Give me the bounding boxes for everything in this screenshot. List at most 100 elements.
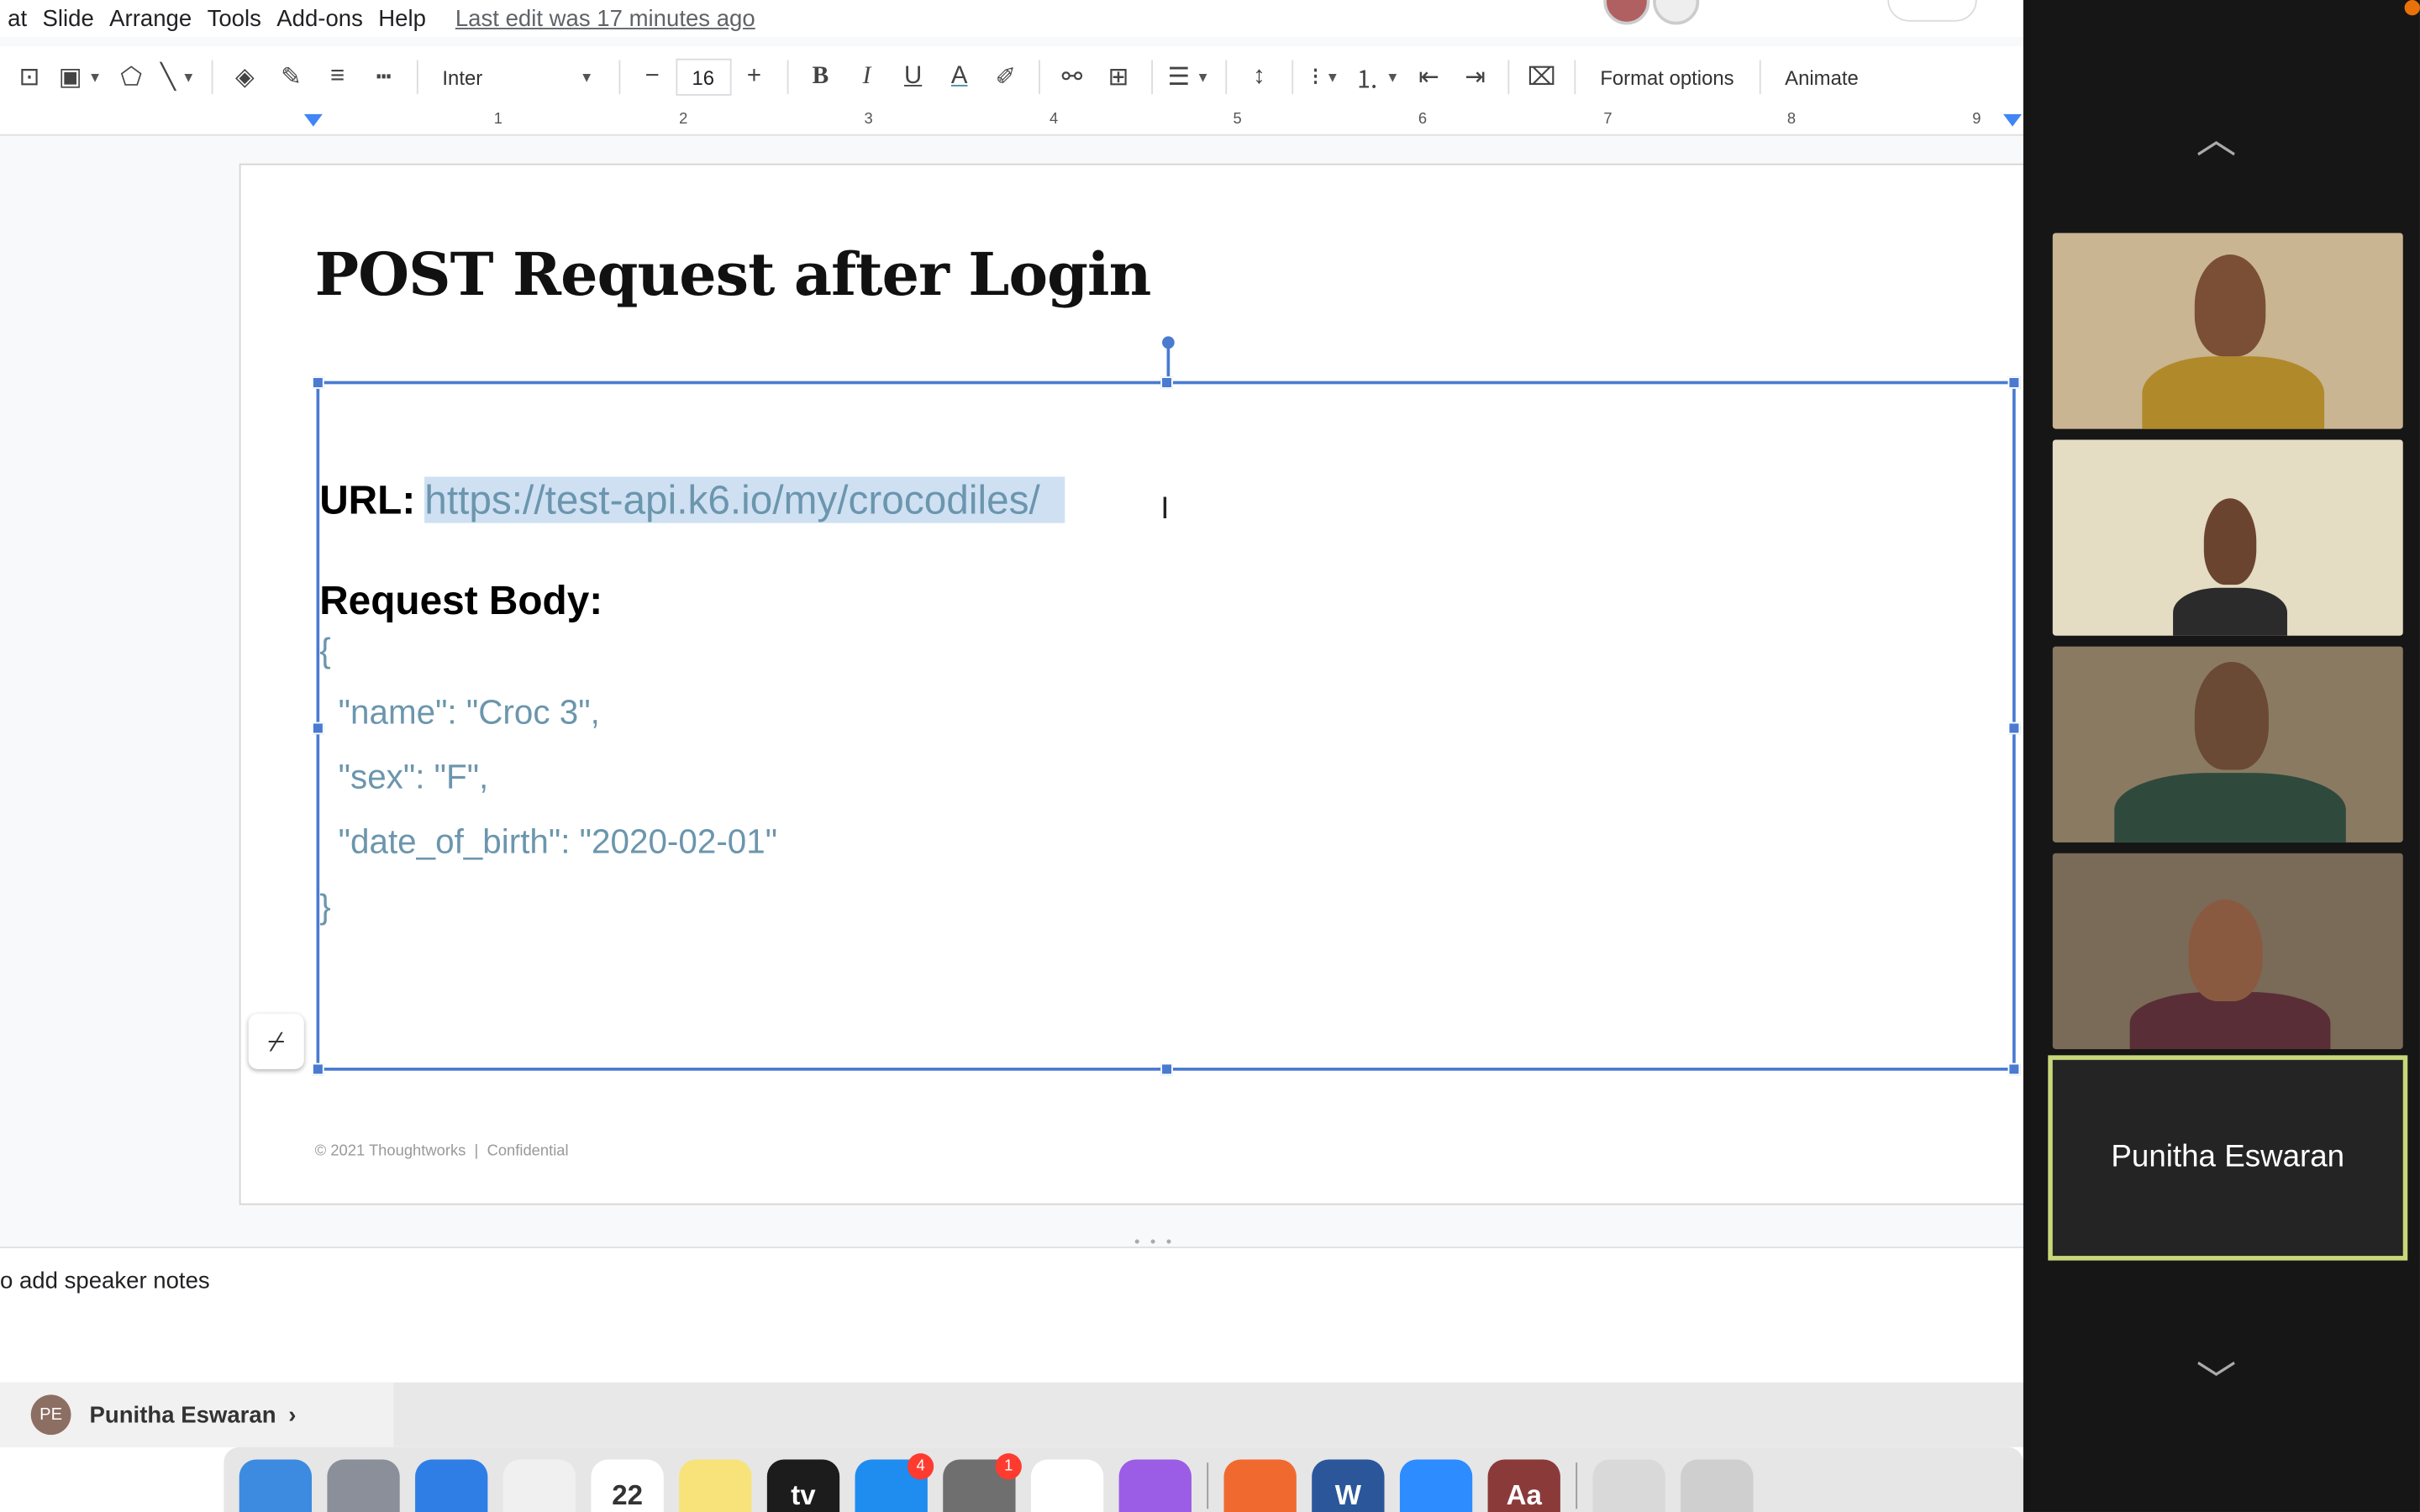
clear-formatting-icon[interactable]: ⌧ — [1524, 55, 1558, 98]
resize-handle[interactable] — [312, 376, 324, 389]
text-color-icon[interactable]: A — [943, 55, 976, 98]
hide-motion-icon[interactable]: ⌿ — [248, 1013, 304, 1069]
notification-badge: 4 — [907, 1453, 934, 1480]
url-link[interactable]: https://test-api.k6.io/my/crocodiles/ — [424, 476, 1065, 523]
bold-icon[interactable]: B — [803, 55, 837, 98]
border-color-icon[interactable]: ✎ — [274, 55, 308, 98]
dock-divider — [1207, 1462, 1209, 1509]
font-size-input[interactable]: 16 — [675, 58, 731, 96]
bulleted-list-icon[interactable]: ⁝ ▼ — [1308, 55, 1342, 98]
video-gallery: ︿ Punitha Eswaran ﹀ — [2023, 0, 2420, 1512]
url-line: URL: https://test-api.k6.io/my/crocodiles… — [319, 476, 1065, 525]
dock-apple-tv-icon[interactable]: tv — [766, 1459, 840, 1512]
dock-notes-icon[interactable] — [679, 1459, 752, 1512]
comment-icon[interactable]: ⊞ — [1102, 55, 1135, 98]
dock-finder-icon[interactable] — [239, 1459, 313, 1512]
ruler-tick: 4 — [1049, 111, 1059, 129]
line-spacing-icon[interactable]: ↕ — [1242, 55, 1276, 98]
footer-confidential: Confidential — [487, 1142, 569, 1161]
italic-icon[interactable]: I — [850, 55, 883, 98]
resize-handle[interactable] — [2007, 722, 2021, 735]
presenter-chip[interactable]: PE Punitha Eswaran › — [0, 1382, 394, 1447]
dock-zoom-icon[interactable] — [1399, 1459, 1473, 1512]
toolbar-divider — [1038, 60, 1040, 95]
decrease-indent-icon[interactable]: ⇤ — [1412, 55, 1445, 98]
present-button[interactable] — [1887, 0, 1977, 22]
ruler[interactable]: 1 2 3 4 5 6 7 8 9 — [0, 108, 2023, 136]
highlight-icon[interactable]: ✐ — [989, 55, 1023, 98]
font-select[interactable]: Inter ▼ — [433, 55, 602, 98]
resize-handle[interactable] — [2007, 1063, 2021, 1076]
shape-icon[interactable]: ⬠ — [114, 55, 148, 98]
underline-icon[interactable]: U — [896, 55, 929, 98]
rotation-handle[interactable] — [1162, 336, 1175, 349]
image-icon[interactable]: ▣ ▼ — [59, 55, 103, 98]
participant-face — [2194, 661, 2269, 770]
toolbar-divider — [1758, 60, 1760, 95]
slide-canvas[interactable]: POST Request after Login URL: https://tes… — [239, 163, 2023, 1205]
increase-indent-icon[interactable]: ⇥ — [1458, 55, 1491, 98]
avatar[interactable] — [1653, 0, 1700, 25]
video-tile[interactable] — [2052, 439, 2403, 636]
speaker-notes[interactable]: o add speaker notes — [0, 1247, 2023, 1386]
slide-title[interactable]: POST Request after Login — [315, 239, 1152, 309]
dock-flower-app-icon[interactable] — [1118, 1459, 1192, 1512]
toolbar-divider — [618, 60, 620, 95]
avatar[interactable] — [1603, 0, 1650, 25]
border-dash-icon[interactable]: ┅ — [366, 55, 400, 98]
dock-trash-icon[interactable] — [1681, 1459, 1754, 1512]
dock-divider — [1576, 1462, 1578, 1509]
resize-handle[interactable] — [312, 1063, 324, 1076]
numbered-list-icon[interactable]: ⒈ ▼ — [1355, 55, 1399, 98]
dock-word-icon[interactable]: W — [1312, 1459, 1385, 1512]
indent-marker[interactable] — [303, 113, 323, 127]
scroll-up-icon[interactable]: ︿ — [2196, 108, 2237, 165]
decrease-size-icon[interactable]: − — [635, 55, 669, 98]
dock-system-preferences-icon[interactable]: 1 — [943, 1453, 1022, 1512]
text-box-icon[interactable]: ⊡ — [13, 55, 46, 98]
menu-arrange[interactable]: Arrange — [102, 5, 199, 31]
dock-chrome-icon[interactable] — [1030, 1459, 1104, 1512]
dock-app-store-icon[interactable]: 4 — [855, 1453, 934, 1512]
link-icon[interactable]: ⚯ — [1055, 55, 1089, 98]
dock-launchpad-icon[interactable] — [327, 1459, 400, 1512]
scroll-down-icon[interactable]: ﹀ — [2196, 1350, 2237, 1407]
video-tile[interactable] — [2052, 233, 2403, 429]
dock-safari-icon[interactable] — [415, 1459, 488, 1512]
dock-documents-icon[interactable] — [1592, 1459, 1665, 1512]
resize-handle[interactable] — [1160, 1063, 1173, 1076]
animate-button[interactable]: Animate — [1776, 55, 1868, 98]
menu-slide[interactable]: Slide — [34, 5, 102, 31]
toolbar-divider — [1150, 60, 1153, 95]
participant-face — [2203, 498, 2257, 585]
footer-copyright: © 2021 Thoughtworks — [314, 1142, 466, 1161]
resize-handle[interactable] — [2007, 376, 2021, 389]
align-icon[interactable]: ☰ ▼ — [1168, 55, 1210, 98]
video-tile[interactable] — [2052, 853, 2403, 1049]
ruler-tick: 7 — [1603, 111, 1612, 129]
right-indent-marker[interactable] — [2003, 113, 2023, 127]
dock-dictionary-icon[interactable]: Aa — [1487, 1459, 1560, 1512]
resize-handle[interactable] — [1160, 376, 1173, 389]
active-speaker-tile[interactable]: Punitha Eswaran — [2048, 1055, 2408, 1261]
fill-color-icon[interactable]: ◈ — [228, 55, 261, 98]
border-weight-icon[interactable]: ≡ — [320, 55, 354, 98]
dock-calendar-icon[interactable]: 22 — [591, 1459, 664, 1512]
toolbar-divider — [1292, 60, 1293, 95]
last-edit-link[interactable]: Last edit was 17 minutes ago — [455, 5, 755, 31]
collaborator-avatars[interactable] — [1603, 0, 1700, 25]
code-line: } — [319, 887, 331, 927]
dock-photos-icon[interactable] — [502, 1459, 576, 1512]
line-icon[interactable]: ╲ ▼ — [160, 55, 195, 98]
dock-app-label: Aa — [1506, 1479, 1542, 1511]
code-line: "date_of_birth": "2020-02-01" — [319, 822, 778, 861]
dock-postman-icon[interactable] — [1223, 1459, 1297, 1512]
format-options-button[interactable]: Format options — [1591, 55, 1743, 98]
selected-text-box[interactable]: URL: https://test-api.k6.io/my/crocodiles… — [312, 336, 2021, 1076]
menu-add-ons[interactable]: Add-ons — [269, 5, 371, 31]
menu-help[interactable]: Help — [371, 5, 434, 31]
increase-size-icon[interactable]: + — [737, 55, 771, 98]
menu-tools[interactable]: Tools — [199, 5, 269, 31]
menu-format[interactable]: at — [0, 5, 34, 31]
video-tile[interactable] — [2052, 646, 2403, 843]
